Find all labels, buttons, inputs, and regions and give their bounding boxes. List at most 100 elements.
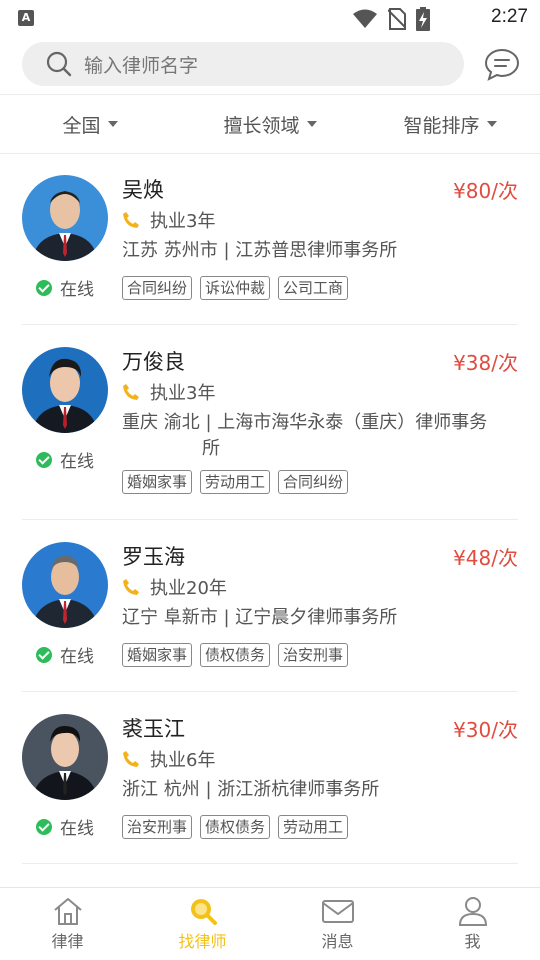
practice-years: 执业3年 [122,207,215,233]
phone-icon [123,751,139,767]
firm-line-continued: 所 [202,438,220,459]
firm-line: 浙江 杭州 | 浙江浙杭律师事务所 [122,779,380,800]
user-icon [458,897,487,926]
expertise-tag: 婚姻家事 [122,643,193,667]
expertise-tag: 劳动用工 [278,815,349,839]
filter-region-label: 全国 [62,114,101,137]
nav-find-lawyer[interactable]: 找律师 [135,888,270,960]
practice-years: 执业6年 [122,746,215,772]
clock: 2:27 [491,6,528,27]
consult-price: ¥30/次 [453,718,518,742]
expertise-tag: 公司工商 [278,276,349,300]
practice-years-label: 执业6年 [150,750,216,771]
tag-list: 治安刑事 债权债务 劳动用工 [122,815,349,839]
consult-price: ¥38/次 [453,351,518,375]
nav-me-label: 我 [464,932,481,951]
nav-find-lawyer-label: 找律师 [178,932,227,951]
expertise-tag: 劳动用工 [200,470,271,494]
tag-list: 婚姻家事 劳动用工 合同纠纷 [122,470,349,494]
search-icon [190,899,217,925]
lawyer-card[interactable]: 在线 裘玉江 ¥30/次 执业6年 浙江 杭州 | 浙江浙杭律师事务所 治安刑事… [22,692,518,864]
expertise-tag: 治安刑事 [278,643,349,667]
practice-years-label: 执业3年 [150,211,216,232]
online-status-label: 在线 [60,452,94,472]
online-status: 在线 [36,275,94,300]
filter-sort[interactable]: 智能排序 [360,95,540,153]
firm-location: 江苏 苏州市 | 江苏普思律师事务所 [122,238,512,264]
expertise-tag: 婚姻家事 [122,470,193,494]
lawyer-name: 罗玉海 [122,545,185,569]
nav-home-label: 律律 [51,932,84,951]
search-icon [46,51,72,77]
practice-years-label: 执业20年 [150,578,227,599]
nav-messages[interactable]: 消息 [270,888,405,960]
bottom-nav: 律律 找律师 消息 我 [0,887,540,960]
online-status-label: 在线 [60,280,94,300]
caret-down-icon [107,121,118,127]
chat-bubble-icon[interactable] [484,48,520,82]
firm-line: 辽宁 阜新市 | 辽宁晨夕律师事务所 [122,607,398,628]
practice-years: 执业3年 [122,379,215,405]
search-header: 输入律师名字 [0,36,540,94]
nav-home[interactable]: 律律 [0,888,135,960]
online-status: 在线 [36,814,94,839]
expertise-tag: 治安刑事 [122,815,193,839]
notification-icon: A [18,10,34,26]
check-circle-icon [36,279,52,296]
filter-expertise[interactable]: 擅长领域 [180,95,360,153]
search-input[interactable]: 输入律师名字 [22,42,464,86]
avatar [22,542,108,628]
lawyer-name: 裘玉江 [122,717,185,741]
no-sim-icon [388,8,406,30]
lawyer-list: 在线 吴焕 ¥80/次 执业3年 江苏 苏州市 | 江苏普思律师事务所 合同纠纷… [0,155,540,887]
online-status-label: 在线 [60,819,94,839]
tag-list: 婚姻家事 债权债务 治安刑事 [122,643,349,667]
battery-charging-icon [416,7,430,31]
tag-list: 合同纠纷 诉讼仲裁 公司工商 [122,276,349,300]
avatar [22,347,108,433]
phone-icon [123,579,139,595]
avatar [22,714,108,800]
phone-icon [123,212,139,228]
lawyer-name: 吴焕 [122,178,164,202]
phone-icon [123,384,139,400]
lawyer-card[interactable]: 在线 吴焕 ¥80/次 执业3年 江苏 苏州市 | 江苏普思律师事务所 合同纠纷… [22,155,518,325]
status-icons [352,7,430,31]
expertise-tag: 合同纠纷 [278,470,349,494]
online-status-label: 在线 [60,647,94,667]
search-placeholder: 输入律师名字 [84,54,199,77]
consult-price: ¥48/次 [453,546,518,570]
firm-line: 重庆 渝北 | 上海市海华永泰（重庆）律师事务 [122,412,488,433]
filter-expertise-label: 擅长领域 [223,114,300,137]
practice-years-label: 执业3年 [150,383,216,404]
mail-icon [321,900,354,923]
wifi-icon [353,9,377,28]
expertise-tag: 诉讼仲裁 [200,276,271,300]
consult-price: ¥80/次 [453,179,518,203]
nav-me[interactable]: 我 [405,888,540,960]
caret-down-icon [306,121,317,127]
firm-location: 浙江 杭州 | 浙江浙杭律师事务所 [122,777,512,803]
firm-location: 重庆 渝北 | 上海市海华永泰（重庆）律师事务 所 [122,410,512,462]
online-status: 在线 [36,447,94,472]
expertise-tag: 债权债务 [200,643,271,667]
firm-location: 辽宁 阜新市 | 辽宁晨夕律师事务所 [122,605,512,631]
expertise-tag: 债权债务 [200,815,271,839]
expertise-tag: 合同纠纷 [122,276,193,300]
status-bar: A 2:27 [0,0,540,36]
online-status: 在线 [36,642,94,667]
check-circle-icon [36,818,52,835]
home-icon [53,898,82,925]
caret-down-icon [486,121,497,127]
practice-years: 执业20年 [122,574,227,600]
filter-region[interactable]: 全国 [0,95,180,153]
lawyer-card[interactable]: 在线 万俊良 ¥38/次 执业3年 重庆 渝北 | 上海市海华永泰（重庆）律师事… [22,325,518,520]
check-circle-icon [36,646,52,663]
lawyer-card[interactable]: 在线 罗玉海 ¥48/次 执业20年 辽宁 阜新市 | 辽宁晨夕律师事务所 婚姻… [22,520,518,692]
avatar [22,175,108,261]
check-circle-icon [36,451,52,468]
firm-line: 江苏 苏州市 | 江苏普思律师事务所 [122,240,398,261]
lawyer-name: 万俊良 [122,350,185,374]
filter-sort-label: 智能排序 [403,114,480,137]
filter-bar: 全国 擅长领域 智能排序 [0,94,540,154]
